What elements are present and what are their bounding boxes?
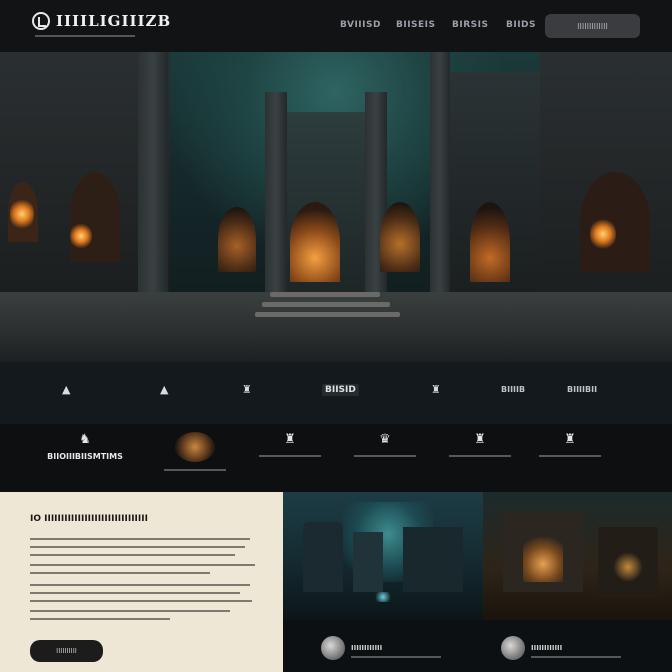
tower-icon: ♜ [564,432,576,447]
hero-pillar [430,52,450,302]
card-item[interactable]: ♜ [525,432,615,457]
hero-pillar [265,92,287,292]
card-item[interactable]: ♛ [340,432,430,457]
castle-icon: ♜ [242,383,252,396]
logo-emblem-icon [32,12,50,30]
card-text-line [539,455,601,457]
castle-icon: ♜ [431,383,441,396]
about-text-line [30,600,252,602]
hero-doorway [380,202,420,272]
tower-silhouette [303,522,343,592]
header-cta-button[interactable]: IIIIIIIIIIIII [545,14,640,38]
feature-item[interactable]: ▲ [62,384,70,396]
card-item[interactable]: ♞ BIIOIIIBIISMTIMS [40,432,130,461]
feature-item[interactable]: ♜ [431,384,441,396]
hero-doorway [290,202,340,282]
testimonial-name: IIIIIIIIIIII [531,644,563,652]
about-text-line [30,572,210,574]
hero-step [262,302,390,307]
torch-icon [10,197,34,231]
card-thumbnail [175,432,215,462]
hero-pillar [138,52,168,302]
about-text-line [30,592,240,594]
feature-item[interactable]: BIIIIBII [564,384,600,395]
feature-label: BIIIIBII [567,385,598,394]
card-text-line [449,455,511,457]
about-text-line [30,538,250,540]
avatar [321,636,345,660]
nav-item-1[interactable]: BVIIISD [340,20,381,30]
testimonial-text-line [351,656,441,658]
hero-step [255,312,400,317]
hero-step [270,292,380,297]
torch-icon [590,217,616,251]
card-text-line [164,469,226,471]
water-glow [373,592,393,602]
knight-icon: ♞ [79,432,91,447]
hero-window [580,172,650,272]
building-silhouette [403,527,463,592]
nav-item-2[interactable]: BIISEIS [396,20,436,30]
about-text-line [30,546,245,548]
mountain-icon: ▲ [160,383,169,396]
mountain-icon: ▲ [62,383,71,396]
cards-row: ♞ BIIOIIIBIISMTIMS ♜ ♛ ♜ ♜ [0,424,672,492]
about-read-more-button[interactable]: IIIIIIIIII [30,640,103,662]
about-text-line [30,618,170,620]
feature-label: BIIIIB [501,385,526,394]
crown-icon: ♛ [379,432,391,447]
feature-item[interactable]: BIISID [322,384,359,396]
feature-row: ▲ ▲ ♜ BIISID ♜ BIIIIB BIIIIBII [0,362,672,424]
about-text-line [30,554,235,556]
logo-underline [35,35,135,37]
card-title: BIIOIIIBIISMTIMS [47,452,123,461]
nav-item-3[interactable]: BIRSIS [452,20,488,30]
card-text-line [259,455,321,457]
feature-item[interactable]: ▲ [160,384,168,396]
feature-item[interactable]: ♜ [242,384,252,396]
about-text-line [30,564,255,566]
torch-glow [613,552,643,582]
about-text-line [30,610,230,612]
logo-text: IIIILIGIIIZB [56,12,172,30]
site-header: IIIILIGIIIZB BVIIISD BIISEIS BIRSIS BIID… [0,0,672,52]
hero-banner-image [0,52,672,362]
nav-item-4[interactable]: BIIDS [506,20,536,30]
feature-item[interactable]: BIIIIB [498,384,528,395]
castle-icon: ♜ [284,432,296,447]
tower-silhouette [353,532,383,592]
torch-icon [70,222,92,250]
about-title: IO IIIIIIIIIIIIIIIIIIIIIIIIIIIIIII [30,514,148,524]
about-section: IO IIIIIIIIIIIIIIIIIIIIIIIIIIIIIII IIIII… [0,492,283,672]
tower-icon: ♜ [474,432,486,447]
gallery-image-torch-hall[interactable] [483,492,672,620]
card-item[interactable]: ♜ [245,432,335,457]
testimonial-name: IIIIIIIIIIII [351,644,383,652]
about-text-line [30,584,250,586]
card-text-line [354,455,416,457]
card-item[interactable] [150,432,240,471]
testimonial-text-line [531,656,621,658]
hero-doorway [470,202,510,282]
avatar [501,636,525,660]
card-item[interactable]: ♜ [435,432,525,457]
site-logo[interactable]: IIIILIGIIIZB [32,12,171,30]
gallery-image-night-city[interactable] [283,492,483,620]
testimonials-row: IIIIIIIIIIII IIIIIIIIIIII [283,620,672,672]
hero-doorway [218,207,256,272]
torch-glow [523,537,563,582]
feature-label: BIISID [322,384,359,396]
